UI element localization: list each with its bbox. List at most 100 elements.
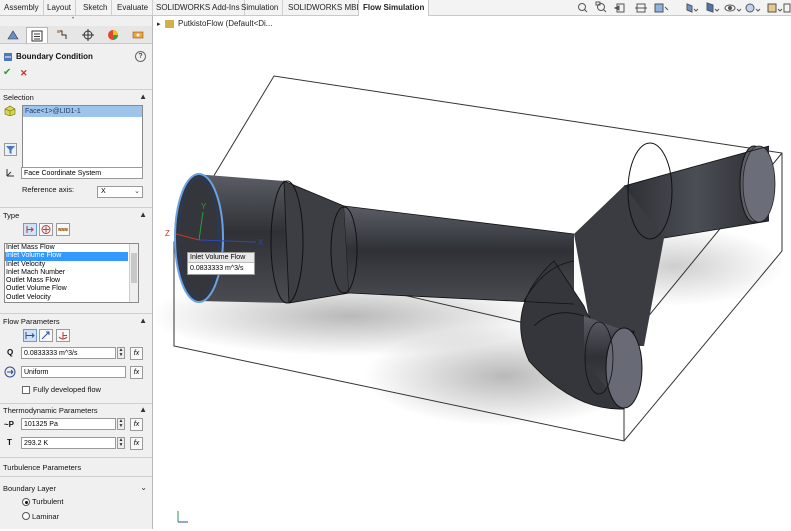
selection-header-label: Selection [3,93,34,102]
property-manager: • Boundary Condition ? ✔ ✕ Selection ▲ F… [0,16,153,529]
type-option[interactable]: Inlet Mass Flow [5,244,138,252]
ok-button[interactable]: ✔ [3,67,11,78]
selection-section-header[interactable]: Selection ▲ [3,92,149,105]
turbulent-radio[interactable] [22,498,30,506]
flow-profile-field[interactable]: Uniform [21,366,126,378]
manager-tabs [0,26,152,44]
tab-solidworks-add-ins[interactable]: SOLIDWORKS Add-Ins [152,0,245,15]
selected-face-item[interactable]: Face<1>@LID1-1 [23,106,142,117]
flow-parameters-header-label: Flow Parameters [3,317,60,326]
turbulent-label: Turbulent [32,497,64,506]
tab-layout[interactable]: Layout [43,0,77,15]
flow-parameters-section-header[interactable]: Flow Parameters ▲ [3,316,149,329]
z-axis-label: Z [165,229,170,238]
profile-fx-button[interactable]: fx [130,366,143,379]
type-section-header[interactable]: Type ▲ [3,210,149,223]
pressure-spinner[interactable]: ▲ ▼ [117,418,125,430]
configuration-manager-tab-icon[interactable] [51,27,73,43]
type-option[interactable]: Inlet Velocity [5,261,138,269]
volume-flow-spinner[interactable]: ▲ ▼ [117,347,125,359]
graphics-area[interactable]: X Y Z ▸ PutkistoFlow (Default<Di... Inle… [149,16,791,529]
tab-evaluate[interactable]: Evaluate [113,0,154,15]
section-view-icon[interactable] [635,3,647,13]
type-list[interactable]: Inlet Mass Flow Inlet Volume Flow Inlet … [4,243,139,303]
flow-simulation-tab-icon[interactable] [127,27,149,43]
pressure-openings-button[interactable] [39,223,53,236]
3d-vector-button[interactable] [39,329,53,342]
collapse-chevron-icon[interactable]: ▲ [139,92,147,101]
property-manager-tab-icon[interactable] [26,27,48,43]
help-icon[interactable]: ? [135,51,146,62]
tab-assembly[interactable]: Assembly [0,0,44,15]
tab-flow-simulation[interactable]: Flow Simulation [358,0,430,16]
laminar-label: Laminar [32,512,60,521]
turbulence-section-header[interactable]: Turbulence Parameters [3,463,149,475]
pressure-label: ~P [4,420,15,429]
pressure-fx-button[interactable]: fx [130,418,143,431]
dimxpert-manager-tab-icon[interactable] [77,27,99,43]
reference-axis-select[interactable]: X ⌄ [97,186,143,198]
display-style-icon[interactable] [706,2,720,13]
temperature-spinner[interactable]: ▲ ▼ [117,437,125,449]
type-option[interactable]: Outlet Mass Flow [5,277,138,285]
boundary-condition-callout[interactable]: Inlet Volume Flow 0.0833333 m^3/s [187,252,255,275]
fully-developed-checkbox[interactable] [22,386,30,394]
flow-openings-button[interactable] [23,223,37,236]
collapse-chevron-icon[interactable]: ▲ [139,316,147,325]
hide-show-items-icon[interactable] [724,4,742,12]
pressure-field[interactable]: 101325 Pa [21,418,116,430]
reference-axis-label: Reference axis: [22,185,75,194]
volume-flow-field[interactable]: 0.0833333 m^3/s [21,347,116,359]
cancel-button[interactable]: ✕ [20,68,28,79]
display-manager-tab-icon[interactable] [102,27,124,43]
collapse-chevron-icon[interactable]: ▲ [139,405,147,414]
divider [0,207,152,208]
apply-scene-icon[interactable] [767,3,783,13]
expand-arrow-icon[interactable]: ▸ [157,21,161,28]
dynamic-annotation-icon[interactable] [654,3,669,13]
feature-tree-flyout[interactable]: ▸ PutkistoFlow (Default<Di... [157,19,272,28]
selected-entities-list[interactable]: Face<1>@LID1-1 [22,105,143,171]
callout-value: 0.0833333 m^3/s [190,265,244,272]
zoom-to-fit-icon[interactable] [578,3,588,13]
fully-developed-label: Fully developed flow [33,385,101,394]
thermodynamic-section-header[interactable]: Thermodynamic Parameters ▲ [3,405,149,418]
edit-appearance-icon[interactable] [745,3,761,13]
temperature-label: T [7,438,12,447]
tab-sketch[interactable]: Sketch [79,0,113,15]
swirl-button[interactable] [56,329,70,342]
tab-simulation[interactable]: Simulation [237,0,284,15]
type-option-selected[interactable]: Inlet Volume Flow [5,252,128,261]
previous-view-icon[interactable] [613,3,625,13]
wall-button[interactable] [56,223,70,236]
type-option[interactable]: Inlet Mach Number [5,269,138,277]
coordinate-system-field[interactable]: Face Coordinate System [21,167,143,179]
collapse-chevron-icon[interactable]: ⌄ [140,483,147,492]
boundary-layer-section-header[interactable]: Boundary Layer ⌄ [3,483,149,496]
normal-to-face-button[interactable] [23,329,37,342]
type-list-scrollbar[interactable] [129,244,138,302]
thermodynamic-header-label: Thermodynamic Parameters [3,406,98,415]
dependency-fx-button[interactable]: fx [130,347,143,360]
view-toolbar [578,1,791,13]
view-settings-icon[interactable] [783,3,791,13]
view-orientation-icon[interactable] [686,3,699,13]
collapse-chevron-icon[interactable]: ▲ [139,210,147,219]
x-axis-label: X [258,238,264,247]
tab-solidworks-mbd[interactable]: SOLIDWORKS MBD [284,0,368,15]
turbulence-header-label: Turbulence Parameters [3,463,82,472]
panel-splitter-dot[interactable]: • [72,16,74,22]
type-option[interactable]: Outlet Velocity [5,294,138,302]
scrollbar-thumb[interactable] [131,253,137,283]
divider [0,313,152,314]
filter-icon[interactable] [4,143,17,156]
type-option[interactable]: Outlet Volume Flow [5,285,138,293]
feature-manager-tab-icon[interactable] [2,27,24,43]
q-label: Q [7,348,14,357]
laminar-radio[interactable] [22,512,30,520]
boundary-layer-header-label: Boundary Layer [3,484,56,493]
temperature-field[interactable]: 293.2 K [21,437,116,449]
temperature-fx-button[interactable]: fx [130,437,143,450]
face-selection-icon [4,105,16,117]
zoom-to-area-icon[interactable] [595,1,607,13]
